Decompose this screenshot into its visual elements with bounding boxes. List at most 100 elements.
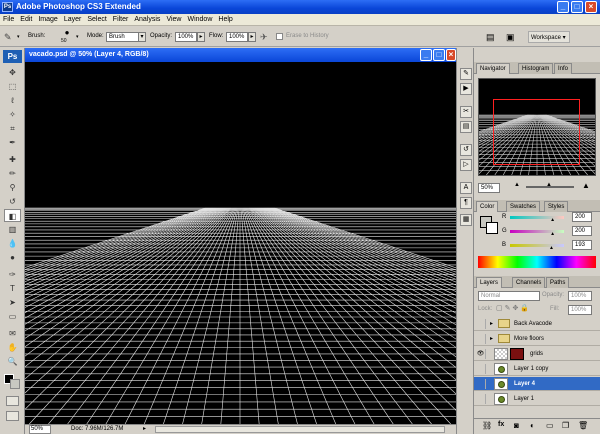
history-panel-icon[interactable]: ↺	[460, 144, 472, 156]
actions-panel-icon[interactable]: ▷	[460, 159, 472, 171]
tab-layers[interactable]: Layers	[476, 277, 503, 288]
eyedropper-tool-icon[interactable]: ✒	[4, 136, 21, 149]
clone-stamp-tool-icon[interactable]: ⚲	[4, 181, 21, 194]
layer-comps-icon[interactable]: ▤	[460, 121, 472, 133]
canvas[interactable]	[25, 62, 456, 424]
delete-layer-icon[interactable]: 🗑	[578, 421, 588, 430]
color-b-thumb-icon[interactable]: ▲	[549, 245, 554, 251]
layer-visibility-eye-icon[interactable]	[476, 364, 486, 374]
status-zoom[interactable]: 50%	[29, 425, 51, 434]
color-r-value[interactable]: 200	[572, 212, 592, 222]
navigator-preview[interactable]	[351, 78, 600, 176]
tab-histogram[interactable]: Histogram	[518, 63, 554, 74]
zoom-slider-thumb-icon[interactable]: ▲	[546, 182, 552, 188]
history-brush-tool-icon[interactable]: ↺	[4, 195, 21, 208]
group-expand-arrow-icon[interactable]: ▸	[490, 335, 493, 342]
color-g-thumb-icon[interactable]: ▲	[550, 231, 555, 237]
eraser-tool-icon[interactable]: ✎	[4, 31, 16, 43]
menu-filter[interactable]: Filter	[110, 14, 132, 26]
menu-help[interactable]: Help	[215, 14, 235, 26]
paragraph-panel-icon[interactable]: ¶	[460, 197, 472, 209]
tool-preset-arrow-icon[interactable]: ▾	[17, 34, 20, 40]
tab-info[interactable]: Info	[554, 63, 573, 74]
brush-tool-icon[interactable]: ✏	[4, 167, 21, 180]
menu-analysis[interactable]: Analysis	[131, 14, 163, 26]
color-b-value[interactable]: 193	[572, 240, 592, 250]
mode-dropdown-icon[interactable]: ▾	[138, 32, 146, 42]
color-r-thumb-icon[interactable]: ▲	[550, 217, 555, 223]
new-layer-icon[interactable]: ❐	[562, 421, 569, 430]
layer-mask-thumbnail[interactable]	[510, 348, 524, 360]
type-tool-icon[interactable]: T	[4, 282, 21, 295]
layer-visibility-eye-icon[interactable]	[476, 334, 486, 344]
layer-style-icon[interactable]: fx	[498, 421, 504, 428]
brushes-panel-icon[interactable]: ✎	[460, 68, 472, 80]
zoom-in-icon[interactable]: ▲	[582, 181, 590, 190]
doc-maximize-button[interactable]: □	[433, 49, 445, 61]
color-spectrum-ramp[interactable]	[478, 256, 596, 268]
flow-field[interactable]: 100%	[226, 32, 248, 42]
airbrush-icon[interactable]: ✈	[260, 31, 272, 43]
layer-visibility-eye-icon[interactable]	[476, 379, 486, 389]
magic-wand-tool-icon[interactable]: ✧	[4, 108, 21, 121]
file-browser-icon[interactable]: ▤	[486, 31, 500, 43]
menu-layer[interactable]: Layer	[61, 14, 85, 26]
layer-visibility-eye-icon[interactable]	[476, 319, 486, 329]
blur-tool-icon[interactable]: 💧	[4, 237, 21, 250]
pen-tool-icon[interactable]: ✑	[4, 268, 21, 281]
close-button[interactable]: ×	[585, 1, 597, 13]
tab-navigator[interactable]: Navigator	[476, 63, 510, 74]
opacity-field[interactable]: 100%	[175, 32, 197, 42]
clone-source-icon[interactable]: ✂	[460, 106, 472, 118]
tab-color[interactable]: Color	[476, 201, 499, 212]
move-tool-icon[interactable]: ✥	[4, 66, 21, 79]
minimize-button[interactable]: _	[557, 1, 569, 13]
flow-slider-button[interactable]: ▸	[248, 32, 256, 42]
menu-edit[interactable]: Edit	[17, 14, 35, 26]
doc-close-button[interactable]: ×	[446, 49, 456, 61]
navigator-zoom-field[interactable]: 50%	[478, 183, 500, 193]
path-selection-tool-icon[interactable]: ➤	[4, 296, 21, 309]
shape-tool-icon[interactable]: ▭	[4, 310, 21, 323]
navigator-view-box[interactable]	[493, 99, 580, 165]
background-color-swatch[interactable]	[10, 379, 20, 389]
layer-row[interactable]: Layer 1	[474, 392, 600, 406]
zoom-tool-icon[interactable]: 🔍	[4, 355, 21, 368]
color-bg-swatch[interactable]	[486, 222, 498, 234]
menu-select[interactable]: Select	[84, 14, 109, 26]
marquee-tool-icon[interactable]: ⬚	[4, 80, 21, 93]
dodge-tool-icon[interactable]: ●	[4, 251, 21, 264]
layer-opacity-field[interactable]: 100%	[568, 291, 592, 301]
color-g-slider[interactable]	[510, 230, 564, 233]
screen-mode-icon[interactable]	[6, 411, 19, 421]
adjustment-layer-icon[interactable]: ◐	[530, 421, 535, 430]
layer-row[interactable]: ▸ More floors	[474, 332, 600, 346]
workspace-button[interactable]: Workspace ▾	[528, 31, 570, 43]
layer-mask-icon[interactable]: ◙	[514, 421, 519, 430]
healing-brush-tool-icon[interactable]: ✚	[4, 153, 21, 166]
layer-row[interactable]: Layer 1 copy	[474, 362, 600, 376]
menu-file[interactable]: File	[0, 14, 17, 26]
layer-row[interactable]: Layer 4	[474, 377, 600, 391]
crop-tool-icon[interactable]: ⌗	[4, 122, 21, 135]
layer-row[interactable]: 👁 grids	[474, 347, 600, 361]
link-layers-icon[interactable]: ⛓	[482, 421, 492, 430]
layer-visibility-eye-icon[interactable]: 👁	[476, 349, 486, 359]
tool-presets-icon[interactable]: ▶	[460, 83, 472, 95]
tab-channels[interactable]: Channels	[512, 277, 546, 288]
blend-mode-select[interactable]: Normal	[478, 291, 540, 301]
brush-picker-arrow-icon[interactable]: ▾	[76, 34, 79, 40]
fill-field[interactable]: 100%	[568, 305, 592, 315]
quick-mask-icon[interactable]	[6, 396, 19, 406]
info-panel-icon[interactable]: ▦	[460, 214, 472, 226]
group-expand-arrow-icon[interactable]: ▸	[490, 320, 493, 327]
opacity-slider-button[interactable]: ▸	[197, 32, 205, 42]
doc-minimize-button[interactable]: _	[420, 49, 432, 61]
eraser-tool-selected-icon[interactable]: ◧	[4, 209, 21, 222]
horizontal-scrollbar[interactable]	[155, 426, 445, 433]
color-g-value[interactable]: 200	[572, 226, 592, 236]
menu-view[interactable]: View	[163, 14, 184, 26]
brush-dot-icon[interactable]: ●	[60, 29, 74, 38]
notes-tool-icon[interactable]: ✉	[4, 327, 21, 340]
lock-buttons-icon[interactable]: ▢✎✥🔒	[496, 304, 531, 312]
